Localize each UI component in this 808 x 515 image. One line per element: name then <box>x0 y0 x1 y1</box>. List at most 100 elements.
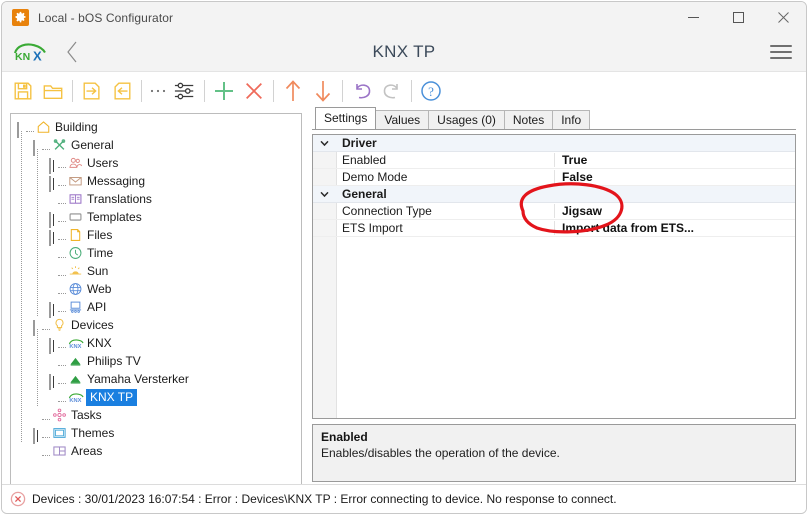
tools-icon <box>51 137 68 153</box>
hamburger-menu-icon[interactable] <box>770 41 792 63</box>
close-button[interactable] <box>761 2 806 33</box>
page-title: KNX TP <box>2 42 806 62</box>
tree-item-philips-tv[interactable]: Philips TV <box>11 352 301 370</box>
svg-text:?: ? <box>428 84 434 99</box>
tab-usages-0-[interactable]: Usages (0) <box>428 110 505 129</box>
toolbar-separator <box>204 80 205 102</box>
undo-button[interactable] <box>347 76 377 106</box>
rectangle-icon <box>67 209 84 225</box>
expand-icon[interactable] <box>49 231 58 240</box>
tree-connector <box>58 230 66 240</box>
lightbulb-icon <box>51 317 68 333</box>
property-value[interactable]: False <box>555 170 593 184</box>
help-button[interactable]: ? <box>416 76 446 106</box>
tree-connector <box>42 428 50 438</box>
import-button[interactable] <box>107 76 137 106</box>
property-category-label: General <box>336 187 555 201</box>
expand-icon[interactable] <box>49 339 58 348</box>
tree-item-label: KNX TP <box>86 389 137 406</box>
tree-item-translations[interactable]: Translations <box>11 190 301 208</box>
tree-connector <box>58 284 66 294</box>
tree-leaf-spacer <box>33 411 42 420</box>
tab-settings[interactable]: Settings <box>315 107 376 129</box>
tree-item-api[interactable]: API <box>11 298 301 316</box>
tree-item-files[interactable]: Files <box>11 226 301 244</box>
toolbar-separator <box>342 80 343 102</box>
tv-icon <box>67 353 84 369</box>
open-button[interactable] <box>38 76 68 106</box>
minimize-button[interactable] <box>671 2 716 33</box>
file-icon <box>67 227 84 243</box>
expand-icon[interactable] <box>49 303 58 312</box>
property-value[interactable]: Jigsaw <box>555 204 602 218</box>
ellipsis-icon[interactable] <box>146 76 170 106</box>
property-grid[interactable]: DriverEnabledTrueDemo ModeFalseGeneral Co… <box>312 134 796 419</box>
property-name: ETS Import <box>336 221 555 235</box>
tree-leaf-spacer <box>49 195 58 204</box>
navigation-tree-panel[interactable]: BuildingGeneralUsersMessagingTranslation… <box>10 113 302 488</box>
property-name: Connection Type <box>336 204 555 218</box>
tree-item-time[interactable]: Time <box>11 244 301 262</box>
tree-item-label: Yamaha Versterker <box>87 372 189 386</box>
tree-leaf-spacer <box>49 249 58 258</box>
tab-label: Info <box>561 113 581 127</box>
property-category-row[interactable]: General <box>313 186 795 203</box>
expand-icon[interactable] <box>49 159 58 168</box>
chevron-down-icon[interactable] <box>313 140 336 147</box>
tree-item-knx-tp[interactable]: KNXKNX TP <box>11 388 301 406</box>
expand-icon[interactable] <box>49 375 58 384</box>
tree-item-devices[interactable]: Devices <box>11 316 301 334</box>
tree-item-building[interactable]: Building <box>11 118 301 136</box>
property-row[interactable]: ETS ImportImport data from ETS... <box>313 220 795 237</box>
tree-item-yamaha-versterker[interactable]: Yamaha Versterker <box>11 370 301 388</box>
property-value[interactable]: Import data from ETS... <box>555 221 694 235</box>
tree-connector <box>58 338 66 348</box>
tree-item-knx[interactable]: KNXKNX <box>11 334 301 352</box>
chevron-down-icon[interactable] <box>313 191 336 198</box>
tree-item-general[interactable]: General <box>11 136 301 154</box>
book-icon <box>67 191 84 207</box>
expand-icon[interactable] <box>49 177 58 186</box>
tree-item-label: Philips TV <box>87 354 141 368</box>
tree-item-label: Tasks <box>71 408 102 422</box>
export-button[interactable] <box>77 76 107 106</box>
tree-item-label: API <box>87 300 106 314</box>
tree-item-areas[interactable]: Areas <box>11 442 301 460</box>
property-row[interactable]: Connection TypeJigsaw <box>313 203 795 220</box>
expand-icon[interactable] <box>49 213 58 222</box>
property-row[interactable]: Demo ModeFalse <box>313 169 795 186</box>
tree-item-templates[interactable]: Templates <box>11 208 301 226</box>
tab-strip: SettingsValuesUsages (0)Notes Info <box>312 108 796 130</box>
maximize-button[interactable] <box>716 2 761 33</box>
save-button[interactable] <box>8 76 38 106</box>
tree-connector <box>58 212 66 222</box>
tree-item-themes[interactable]: Themes <box>11 424 301 442</box>
tab-values[interactable]: Values <box>375 110 429 129</box>
window-title: Local - bOS Configurator <box>38 11 173 25</box>
property-value[interactable]: True <box>555 153 587 167</box>
settings-button[interactable] <box>170 76 200 106</box>
tree-item-users[interactable]: Users <box>11 154 301 172</box>
tree-connector <box>42 446 50 456</box>
tree-connector <box>58 158 66 168</box>
tree-leaf-spacer <box>49 285 58 294</box>
house-icon <box>35 119 52 135</box>
delete-button[interactable] <box>239 76 269 106</box>
tree-connector <box>58 266 66 276</box>
tree-item-web[interactable]: Web <box>11 280 301 298</box>
move-up-button[interactable] <box>278 76 308 106</box>
add-button[interactable] <box>209 76 239 106</box>
expand-icon[interactable] <box>33 429 42 438</box>
move-down-button[interactable] <box>308 76 338 106</box>
redo-button[interactable] <box>377 76 407 106</box>
property-category-row[interactable]: Driver <box>313 135 795 152</box>
toolbar-separator <box>72 80 73 102</box>
tree-item-tasks[interactable]: Tasks <box>11 406 301 424</box>
tree-item-sun[interactable]: Sun <box>11 262 301 280</box>
tree-item-messaging[interactable]: Messaging <box>11 172 301 190</box>
tab-notes[interactable]: Notes <box>504 110 553 129</box>
toolbar-separator <box>141 80 142 102</box>
property-row[interactable]: EnabledTrue <box>313 152 795 169</box>
tab-info[interactable]: Info <box>552 110 590 129</box>
tree-item-label: Web <box>87 282 111 296</box>
